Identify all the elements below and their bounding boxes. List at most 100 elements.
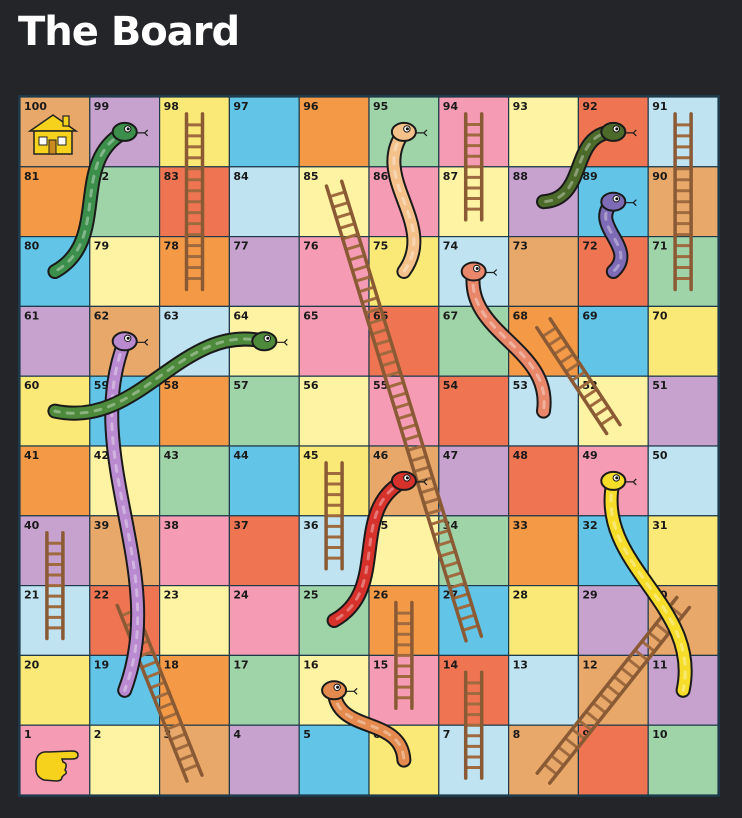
square-number: 61 [24,309,39,322]
square-number: 87 [443,170,458,183]
board-square: 37 [228,515,300,587]
board-square: 67 [438,305,510,377]
square-number: 31 [652,519,667,532]
square-number: 44 [233,449,249,462]
square-number: 26 [373,589,389,602]
board-square: 85 [298,166,370,238]
board-square: 13 [508,654,580,726]
square-number: 8 [513,728,521,741]
board-square: 43 [159,445,231,517]
square-number: 97 [233,100,248,113]
square-number: 77 [233,240,248,253]
game-board[interactable]: 100 99 98 97 96 95 94 93 92 9181 82 83 84 85 86 87 88 89 9… [20,97,718,795]
square-number: 33 [513,519,528,532]
board-square: 65 [298,305,370,377]
board-square: 58 [159,375,231,447]
square-number: 56 [303,379,319,392]
board-square: 24 [228,585,300,657]
board-square: 52 [577,375,649,447]
board-square: 50 [647,445,718,517]
square-number: 75 [373,240,388,253]
square-number: 81 [24,170,39,183]
square-number: 12 [582,658,597,671]
board-square: 47 [438,445,510,517]
board-square: 73 [508,236,580,308]
square-number: 37 [233,519,248,532]
square-number: 92 [582,100,597,113]
square-number: 41 [24,449,39,462]
square-number: 11 [652,658,667,671]
square-number: 17 [233,658,248,671]
board-square: 93 [508,97,580,168]
square-number: 69 [582,309,597,322]
square-number: 23 [164,589,179,602]
square-number: 78 [164,240,179,253]
board-square: 20 [20,654,91,726]
square-number: 74 [443,240,459,253]
square-number: 39 [94,519,109,532]
square-number: 20 [24,658,40,671]
square-number: 54 [443,379,459,392]
square-number: 76 [303,240,319,253]
square-number: 57 [233,379,248,392]
square-number: 85 [303,170,318,183]
square-number: 51 [652,379,667,392]
square-number: 49 [582,449,597,462]
board-square: 56 [298,375,370,447]
square-number: 29 [582,589,597,602]
square-number: 50 [652,449,668,462]
square-number: 99 [94,100,109,113]
square-number: 32 [582,519,597,532]
square-number: 91 [652,100,667,113]
board-square: 31 [647,515,718,587]
square-number: 80 [24,240,40,253]
board-square: 23 [159,585,231,657]
board-square: 38 [159,515,231,587]
square-number: 22 [94,589,109,602]
square-number: 21 [24,589,39,602]
square-number: 63 [164,309,179,322]
board-square: 48 [508,445,580,517]
square-number: 100 [24,100,47,113]
board-square: 27 [438,585,510,657]
square-number: 15 [373,658,388,671]
board-square: 79 [89,236,161,308]
square-number: 25 [303,589,318,602]
square-number: 93 [513,100,528,113]
board-square: 28 [508,585,580,657]
square-number: 90 [652,170,668,183]
square-number: 24 [233,589,249,602]
square-number: 86 [373,170,389,183]
board-square: 69 [577,305,649,377]
square-number: 28 [513,589,528,602]
board-square: 51 [647,375,718,447]
square-number: 98 [164,100,179,113]
board-square: 33 [508,515,580,587]
square-number: 43 [164,449,179,462]
square-number: 47 [443,449,458,462]
square-number: 18 [164,658,179,671]
square-number: 48 [513,449,528,462]
board-square: 54 [438,375,510,447]
square-number: 72 [582,240,597,253]
board-square: 10 [647,724,718,795]
square-number: 60 [24,379,40,392]
square-number: 45 [303,449,318,462]
square-number: 73 [513,240,528,253]
square-number: 96 [303,100,319,113]
square-number: 36 [303,519,319,532]
board-square: 41 [20,445,91,517]
square-number: 94 [443,100,459,113]
board-square: 61 [20,305,91,377]
board-square: 5 [298,724,370,795]
board-square: 17 [228,654,300,726]
square-number: 95 [373,100,388,113]
square-number: 10 [652,728,668,741]
square-number: 4 [233,728,241,741]
square-number: 65 [303,309,318,322]
square-number: 46 [373,449,389,462]
square-number: 38 [164,519,179,532]
square-number: 84 [233,170,249,183]
board-square: 44 [228,445,300,517]
board-square: 2 [89,724,161,795]
